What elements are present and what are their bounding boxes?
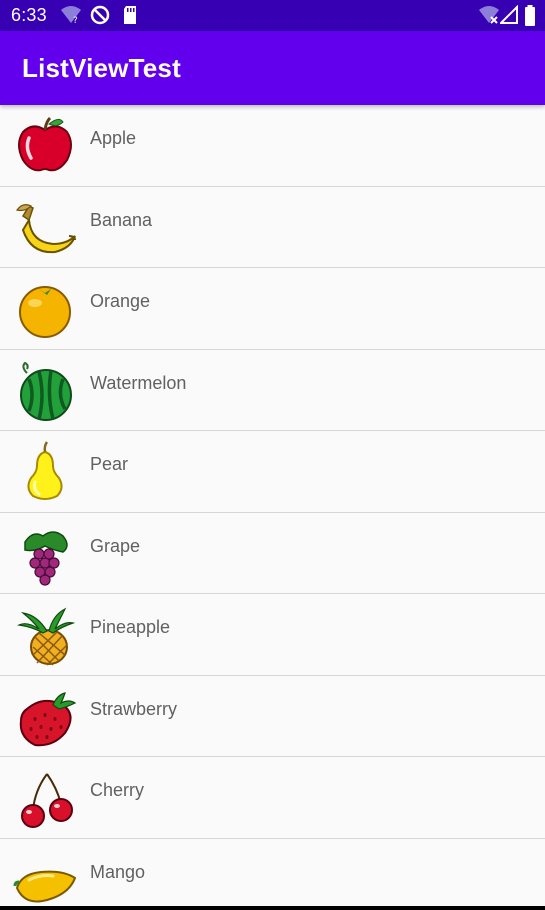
- fruit-name: Grape: [90, 535, 141, 556]
- apple-icon: [18, 116, 72, 172]
- fruit-name: Orange: [90, 291, 151, 311]
- status-bar: 6:33 ?: [0, 0, 545, 31]
- list-item[interactable]: Banana: [0, 187, 545, 268]
- banana-icon: [15, 203, 76, 253]
- sd-card-icon: [124, 6, 136, 24]
- list-item[interactable]: Strawberry: [0, 676, 545, 757]
- fruit-name: Cherry: [90, 780, 145, 800]
- signal-icon: [500, 5, 518, 24]
- app-bar: ListViewTest: [0, 31, 545, 105]
- list-item[interactable]: Orange: [0, 268, 545, 350]
- list-item[interactable]: Grape: [0, 513, 545, 594]
- battery-icon: [525, 5, 535, 26]
- list-item[interactable]: Pineapple: [0, 594, 545, 676]
- wifi-off-icon: [479, 6, 499, 24]
- fruit-name: Pear: [90, 454, 129, 474]
- sync-off-icon: [90, 5, 110, 25]
- app-title: ListViewTest: [22, 53, 181, 83]
- navigation-bar: [0, 906, 545, 910]
- fruit-name: Strawberry: [90, 698, 178, 719]
- wifi-unknown-icon: ?: [61, 6, 81, 25]
- fruit-name: Mango: [90, 861, 146, 882]
- pear-icon: [27, 441, 63, 500]
- status-time: 6:33: [11, 5, 47, 25]
- fruit-list[interactable]: Apple Banana Orange Watermelon Pear Grap…: [0, 105, 545, 905]
- strawberry-icon: [19, 691, 77, 746]
- orange-icon: [19, 286, 71, 338]
- fruit-name: Apple: [90, 128, 137, 148]
- svg-text:?: ?: [73, 16, 78, 25]
- fruit-name: Watermelon: [90, 372, 187, 393]
- pineapple-icon: [17, 607, 76, 666]
- fruit-name: Pineapple: [90, 617, 171, 637]
- list-item[interactable]: Pear: [0, 431, 545, 513]
- grape-icon: [24, 530, 68, 586]
- cherry-icon: [21, 773, 73, 828]
- mango-icon: [13, 870, 77, 902]
- list-item[interactable]: Mango: [0, 839, 545, 906]
- watermelon-icon: [20, 361, 72, 421]
- fruit-name: Banana: [90, 209, 153, 230]
- list-item[interactable]: Cherry: [0, 757, 545, 839]
- list-item[interactable]: Apple: [0, 105, 545, 187]
- list-item[interactable]: Watermelon: [0, 350, 545, 431]
